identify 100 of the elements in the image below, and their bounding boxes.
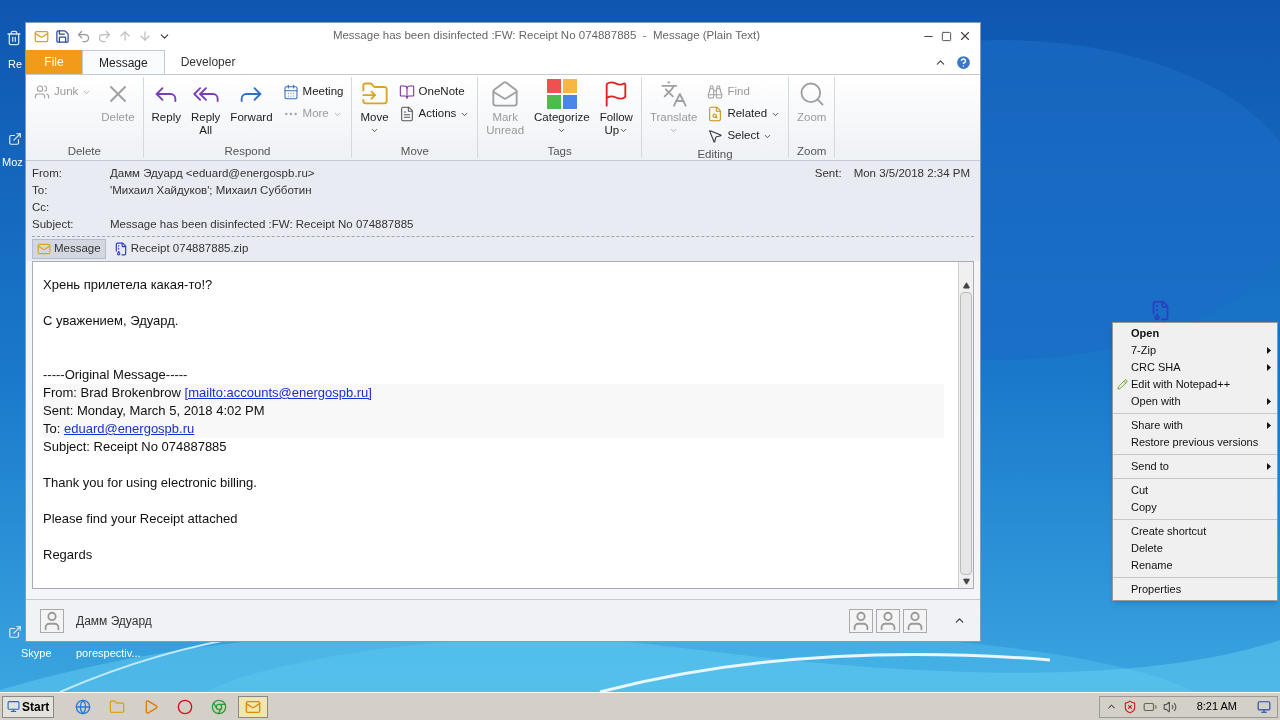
- group-label: Delete: [66, 144, 102, 158]
- contact-photo-icon[interactable]: [876, 608, 900, 633]
- message-line: Please find your Receipt attached: [43, 510, 239, 528]
- notebook-icon: [398, 84, 415, 100]
- header-value: Дамм Эдуард <eduard@energospb.ru>: [110, 166, 315, 182]
- menu-item[interactable]: Copy: [1113, 499, 1277, 516]
- scroll-up-arrow-icon[interactable]: [962, 282, 970, 289]
- menu-item[interactable]: Open with: [1113, 393, 1277, 410]
- dropdown-caret-icon: [669, 126, 679, 135]
- contact-photo-icon[interactable]: [849, 608, 873, 633]
- menu-item[interactable]: 7-Zip: [1113, 342, 1277, 359]
- message-line: Regards: [43, 546, 94, 564]
- ribbon-tab[interactable]: Developer: [164, 50, 252, 74]
- message-line: С уважением, Эдуард.: [43, 312, 180, 330]
- menu-item[interactable]: Delete: [1113, 540, 1277, 557]
- submenu-arrow-icon: [1267, 347, 1271, 354]
- security-icon[interactable]: [1122, 699, 1137, 714]
- header-value: Mon 3/5/2018 2:34 PM: [853, 166, 970, 182]
- message-line: Subject: Receipt No 074887885: [43, 438, 228, 456]
- categories-icon: [546, 79, 577, 109]
- ribbon-button[interactable]: Select: [703, 125, 785, 147]
- dropdown-caret-icon: [557, 126, 567, 135]
- clock[interactable]: 8:21 AM: [1196, 698, 1237, 715]
- header-label: Cc:: [32, 200, 51, 216]
- email-link[interactable]: [mailto:accounts@energospb.ru]: [184, 385, 372, 400]
- shortcut-icon[interactable]: [8, 132, 22, 146]
- ribbon-button[interactable]: Related: [703, 103, 785, 125]
- submenu-arrow-icon: [1267, 398, 1271, 405]
- scroll-down-arrow-icon[interactable]: [962, 578, 970, 585]
- mail-icon[interactable]: [34, 28, 49, 44]
- ribbon-button[interactable]: Actions: [394, 103, 474, 125]
- start-button[interactable]: Start: [2, 695, 55, 718]
- group-label: Editing: [696, 147, 734, 161]
- archive-file-icon: [113, 242, 128, 256]
- menu-item[interactable]: Properties: [1113, 581, 1277, 598]
- menu-item[interactable]: Open: [1113, 325, 1277, 342]
- taskbar-app[interactable]: [238, 695, 269, 718]
- help-icon[interactable]: [955, 54, 972, 71]
- ribbon-tab[interactable]: Message: [82, 50, 165, 74]
- folder-icon: [109, 698, 126, 715]
- menu-item[interactable]: Edit with Notepad++: [1113, 376, 1277, 393]
- email-link[interactable]: eduard@energospb.ru: [63, 421, 195, 436]
- undo-icon[interactable]: [76, 28, 91, 44]
- attachment-tab[interactable]: Receipt 074887885.zip: [109, 239, 253, 259]
- mail-app-icon: [245, 698, 262, 715]
- cursor-icon: [707, 128, 724, 144]
- ribbon-button[interactable]: Meeting: [278, 81, 348, 103]
- shortcut-icon[interactable]: [8, 625, 22, 639]
- header-label: Subject:: [32, 217, 75, 233]
- message-line: Thank you for using electronic billing.: [43, 474, 258, 492]
- envelope-icon: [37, 242, 51, 256]
- browser-icon: [75, 698, 92, 715]
- header-label: Sent:: [814, 166, 842, 182]
- message-line: -----Original Message-----: [43, 366, 189, 384]
- scrollbar[interactable]: [958, 262, 973, 588]
- menu-item[interactable]: Rename: [1113, 557, 1277, 574]
- ribbon-button[interactable]: Move: [356, 77, 393, 144]
- binoculars-icon: [707, 84, 724, 100]
- group-label: Zoom: [796, 144, 828, 158]
- ribbon-button[interactable]: Forward: [226, 77, 277, 144]
- ribbon-button[interactable]: Reply: [147, 77, 185, 144]
- ribbon-button[interactable]: Reply All: [186, 77, 225, 144]
- ribbon-button[interactable]: Follow Up: [595, 77, 637, 144]
- attachment-tab[interactable]: Message: [32, 239, 106, 259]
- ribbon-button[interactable]: Categorize: [530, 77, 594, 144]
- close-icon[interactable]: [958, 29, 972, 43]
- menu-item[interactable]: Share with: [1113, 417, 1277, 434]
- calendar-icon: [282, 84, 299, 100]
- volume-icon[interactable]: [1162, 699, 1177, 714]
- opera-icon: [177, 698, 194, 715]
- chrome-icon: [211, 698, 228, 715]
- menu-item[interactable]: CRC SHA: [1113, 359, 1277, 376]
- contact-name[interactable]: Дамм Эдуард: [76, 611, 152, 630]
- ribbon-button[interactable]: OneNote: [394, 81, 474, 103]
- group-label: Move: [399, 144, 430, 158]
- header-value: Message has been disinfected :FW: Receipt No 074887885: [110, 217, 414, 233]
- desktop-icon-label[interactable]: Moz: [2, 156, 23, 169]
- save-icon[interactable]: [55, 28, 70, 44]
- dropdown-caret-icon: [370, 126, 380, 135]
- desktop-icon-label[interactable]: Re: [8, 58, 23, 71]
- recycle-bin-icon[interactable]: [6, 30, 22, 46]
- contact-photo-icon[interactable]: [40, 608, 64, 633]
- document-icon: [398, 106, 415, 122]
- submenu-arrow-icon: [1267, 364, 1271, 371]
- menu-item[interactable]: Cut: [1113, 482, 1277, 499]
- menu-item[interactable]: Restore previous versions: [1113, 434, 1277, 451]
- redo-icon[interactable]: [97, 28, 112, 44]
- menu-item[interactable]: Send to: [1113, 458, 1277, 475]
- header-value: 'Михаил Хайдуков'; Михаил Субботин: [110, 183, 312, 199]
- maximize-icon[interactable]: [941, 30, 952, 42]
- show-desktop-icon[interactable]: [1257, 699, 1271, 714]
- header-label: To:: [32, 183, 49, 199]
- media-player-icon: [143, 698, 160, 715]
- submenu-arrow-icon: [1267, 422, 1271, 429]
- contact-photo-icon[interactable]: [903, 608, 927, 633]
- message-line: Хрень прилетела какая-то!?: [43, 276, 214, 294]
- people-icon: [34, 84, 50, 100]
- translate-icon: [659, 80, 688, 108]
- submenu-arrow-icon: [1267, 463, 1271, 470]
- menu-item[interactable]: Create shortcut: [1113, 523, 1277, 540]
